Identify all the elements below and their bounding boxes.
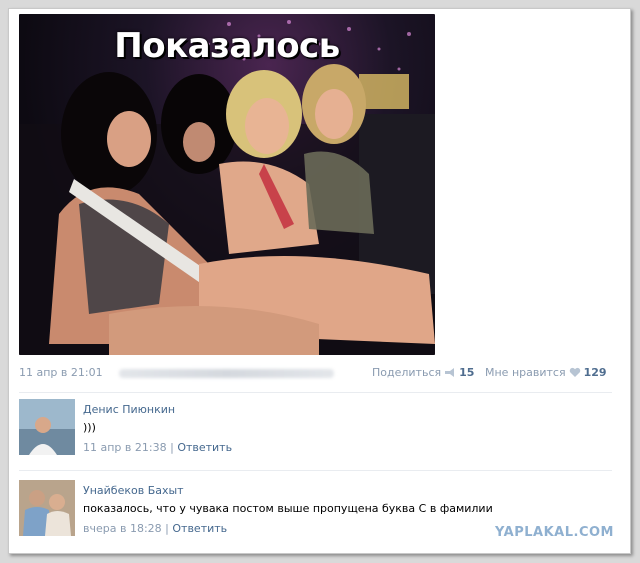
share-label: Поделиться [372, 366, 442, 379]
heart-icon [569, 367, 580, 377]
reply-button[interactable]: Ответить [177, 441, 232, 454]
post-card: Показалось 11 апр в 21:01 Поделиться 15 … [8, 8, 631, 554]
megaphone-icon [445, 368, 455, 377]
avatar-photo [19, 399, 75, 455]
divider [19, 392, 612, 393]
comment-time[interactable]: вчера в 18:28 [83, 522, 162, 535]
photo-caption: Показалось [114, 26, 340, 66]
post-date[interactable]: 11 апр в 21:01 [19, 366, 103, 379]
watermark: YAPLAKAL.COM [495, 525, 614, 540]
divider [19, 470, 612, 471]
avatar-photo [19, 480, 75, 536]
comment-item: Денис Пиюнкин ))) 11 апр в 21:38 | Ответ… [19, 399, 614, 459]
comment-author[interactable]: Унайбеков Бахыт [83, 484, 184, 497]
comment-meta: 11 апр в 21:38 | Ответить [83, 441, 232, 454]
like-label: Мне нравится [485, 366, 566, 379]
avatar[interactable] [19, 399, 75, 455]
comment-meta: вчера в 18:28 | Ответить [83, 522, 227, 535]
post-meta: 11 апр в 21:01 Поделиться 15 Мне нравитс… [19, 366, 607, 382]
like-button[interactable]: Мне нравится 129 [485, 366, 607, 379]
comment-text: ))) [83, 421, 96, 434]
share-count: 15 [459, 366, 475, 379]
avatar[interactable] [19, 480, 75, 536]
blurred-source-link [119, 369, 334, 378]
meta-separator: | [170, 441, 174, 454]
comment-text: показалось, что у чувака постом выше про… [83, 502, 493, 515]
meta-separator: | [165, 522, 169, 535]
comment-time[interactable]: 11 апр в 21:38 [83, 441, 167, 454]
post-photo[interactable]: Показалось [19, 14, 435, 355]
like-count: 129 [583, 366, 607, 379]
comment-author[interactable]: Денис Пиюнкин [83, 403, 175, 416]
share-button[interactable]: Поделиться 15 [372, 366, 474, 379]
reply-button[interactable]: Ответить [172, 522, 227, 535]
